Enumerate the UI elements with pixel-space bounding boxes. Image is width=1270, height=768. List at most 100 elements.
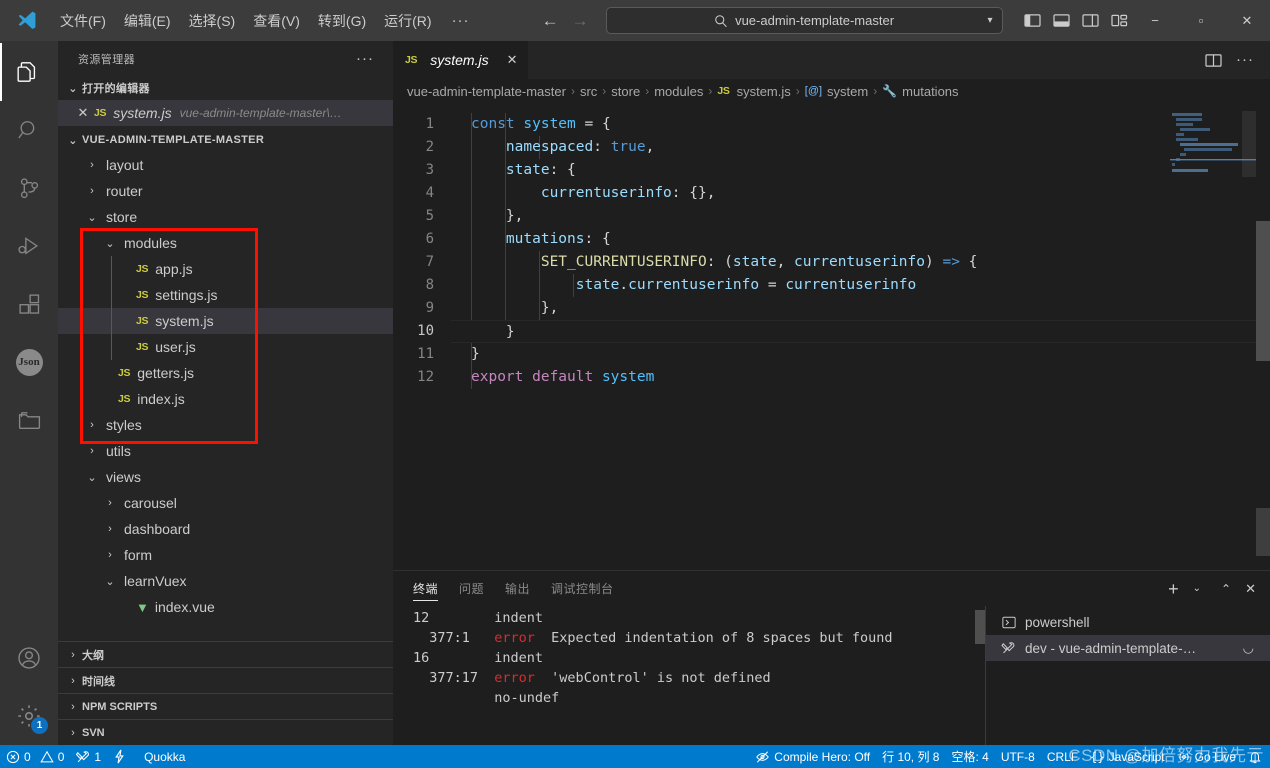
sidebar-more-actions-icon[interactable]: ··· <box>356 50 374 67</box>
activity-json[interactable]: Json <box>0 333 58 391</box>
menu-file[interactable]: 文件(F) <box>52 7 114 35</box>
tree-item-views[interactable]: ⌄ views <box>58 464 393 490</box>
tree-item-learnVuex[interactable]: ⌄ learnVuex <box>58 568 393 594</box>
breadcrumb-item-vue-admin-template-master[interactable]: vue-admin-template-master <box>407 84 566 99</box>
breadcrumb-item-store[interactable]: store <box>611 84 640 99</box>
tree-item-app-js[interactable]: JS app.js <box>58 256 393 282</box>
code-line[interactable]: } <box>451 343 1270 366</box>
code-line[interactable]: }, <box>451 205 1270 228</box>
activity-extensions[interactable] <box>0 275 58 333</box>
panel-tab-problems[interactable]: 问题 <box>459 571 484 606</box>
terminal-output[interactable]: 12 indent 377:1 error Expected indentati… <box>393 606 985 745</box>
tree-item-carousel[interactable]: › carousel <box>58 490 393 516</box>
tree-item-store[interactable]: ⌄ store <box>58 204 393 230</box>
status-quokka[interactable]: Quokka <box>132 745 191 768</box>
tree-item-styles[interactable]: › styles <box>58 412 393 438</box>
code-line[interactable]: } <box>451 320 1270 343</box>
section-timeline[interactable]: › 时间线 <box>58 667 393 693</box>
status-compile-hero[interactable]: Compile Hero: Off <box>749 745 876 768</box>
editor-scrollbar-thumb[interactable] <box>1256 221 1270 361</box>
menu-view[interactable]: 查看(V) <box>245 7 308 35</box>
breadcrumb-item-system-js[interactable]: JS system.js <box>717 84 790 99</box>
breadcrumb-item-system[interactable]: [@] system <box>805 84 868 99</box>
activity-folder[interactable] <box>0 391 58 449</box>
panel-tab-output[interactable]: 输出 <box>505 571 530 606</box>
section-open-editors[interactable]: ⌄ 打开的编辑器 <box>58 76 393 100</box>
customize-layout-icon[interactable] <box>1110 13 1128 28</box>
breadcrumb-item-src[interactable]: src <box>580 84 597 99</box>
tree-item-settings-js[interactable]: JS settings.js <box>58 282 393 308</box>
more-actions-icon[interactable]: ··· <box>1236 52 1254 67</box>
code-line[interactable]: mutations: { <box>451 228 1270 251</box>
breadcrumb-item-modules[interactable]: modules <box>654 84 703 99</box>
code-line[interactable]: currentuserinfo: {}, <box>451 182 1270 205</box>
close-icon[interactable]: ✕ <box>507 52 518 68</box>
section-npm-scripts[interactable]: › NPM SCRIPTS <box>58 693 393 719</box>
status-go-live[interactable]: Go Live <box>1171 745 1242 768</box>
panel-tab-debug-console[interactable]: 调试控制台 <box>551 571 614 606</box>
panel-tab-terminal[interactable]: 终端 <box>413 571 439 606</box>
tree-item-utils[interactable]: › utils <box>58 438 393 464</box>
tree-item-user-js[interactable]: JS user.js <box>58 334 393 360</box>
tree-item-modules[interactable]: ⌄ modules <box>58 230 393 256</box>
terminal-scrollbar-thumb[interactable] <box>975 610 985 644</box>
editor-scrollbar[interactable] <box>1256 103 1270 570</box>
terminal-item-powershell[interactable]: powershell <box>986 609 1270 635</box>
status-language-mode[interactable]: {} JavaScript <box>1084 745 1170 768</box>
terminal-dropdown-icon[interactable]: ⌄ <box>1193 583 1201 594</box>
code-line[interactable]: const system = { <box>451 113 1270 136</box>
toggle-panel-icon[interactable] <box>1052 13 1070 28</box>
menu-go[interactable]: 转到(G) <box>310 7 374 35</box>
minimap[interactable] <box>1170 103 1256 570</box>
window-close-button[interactable]: ✕ <box>1224 0 1270 41</box>
code-editor[interactable]: 1 2 3 4 5 6 7 8 9 10 11 12 const system = { namespa… <box>393 103 1270 570</box>
tree-item-system-js[interactable]: JS system.js <box>58 308 393 334</box>
code-line[interactable]: export default system <box>451 366 1270 389</box>
window-minimize-button[interactable]: − <box>1132 0 1178 41</box>
menu-more-icon[interactable]: ··· <box>442 10 480 31</box>
code-line[interactable]: state.currentuserinfo = currentuserinfo <box>451 274 1270 297</box>
activity-explorer[interactable] <box>0 43 58 101</box>
status-problems[interactable]: 0 0 <box>0 745 70 768</box>
status-eol[interactable]: CRLF <box>1041 745 1084 768</box>
activity-run-and-debug[interactable] <box>0 217 58 275</box>
tree-item-index-js[interactable]: JS index.js <box>58 386 393 412</box>
window-maximize-button[interactable]: ▫ <box>1178 0 1224 41</box>
code-line[interactable]: }, <box>451 297 1270 320</box>
tree-item-dashboard[interactable]: › dashboard <box>58 516 393 542</box>
tree-item-router[interactable]: › router <box>58 178 393 204</box>
tree-item-index-vue[interactable]: ▼ index.vue <box>58 594 393 620</box>
section-outline[interactable]: › 大纲 <box>58 641 393 667</box>
status-encoding[interactable]: UTF-8 <box>995 745 1041 768</box>
new-terminal-icon[interactable]: + <box>1168 580 1179 598</box>
code-line[interactable]: SET_CURRENTUSERINFO: (state, currentuser… <box>451 251 1270 274</box>
status-quokka-bolt[interactable] <box>107 745 132 768</box>
arrow-left-icon[interactable]: ← <box>542 11 559 31</box>
toggle-primary-sidebar-icon[interactable] <box>1023 13 1041 28</box>
close-panel-icon[interactable]: ✕ <box>1245 581 1256 597</box>
code-line[interactable]: state: { <box>451 159 1270 182</box>
status-cursor-position[interactable]: 行 10, 列 8 <box>876 745 945 768</box>
tree-item-getters-js[interactable]: JS getters.js <box>58 360 393 386</box>
close-icon[interactable]: ✕ <box>72 105 94 121</box>
status-notifications[interactable] <box>1242 745 1268 768</box>
code-line[interactable]: namespaced: true, <box>451 136 1270 159</box>
status-svn[interactable]: 1 <box>70 745 107 768</box>
activity-search[interactable] <box>0 101 58 159</box>
menu-run[interactable]: 运行(R) <box>376 7 439 35</box>
menu-selection[interactable]: 选择(S) <box>181 7 244 35</box>
breadcrumb-item-mutations[interactable]: 🔧 mutations <box>882 84 958 99</box>
activity-manage-settings[interactable]: 1 <box>0 687 58 745</box>
quick-open-search[interactable]: vue-admin-template-master ▾ <box>605 7 1003 34</box>
tree-item-form[interactable]: › form <box>58 542 393 568</box>
tab-system-js[interactable]: JS system.js ✕ <box>393 41 529 79</box>
section-svn[interactable]: › SVN <box>58 719 393 745</box>
section-project-root[interactable]: ⌄ VUE-ADMIN-TEMPLATE-MASTER <box>58 128 393 152</box>
chevron-down-icon[interactable]: ▾ <box>988 15 993 26</box>
open-editor-system-js[interactable]: ✕ JS system.js vue-admin-template-master… <box>58 100 393 126</box>
split-editor-icon[interactable] <box>1205 53 1222 68</box>
minimap-slider[interactable] <box>1242 111 1256 177</box>
code-content[interactable]: const system = { namespaced: true, state… <box>451 103 1270 570</box>
terminal-item-dev[interactable]: dev - vue-admin-template-… ◡ <box>986 635 1270 661</box>
status-indentation[interactable]: 空格: 4 <box>945 745 994 768</box>
